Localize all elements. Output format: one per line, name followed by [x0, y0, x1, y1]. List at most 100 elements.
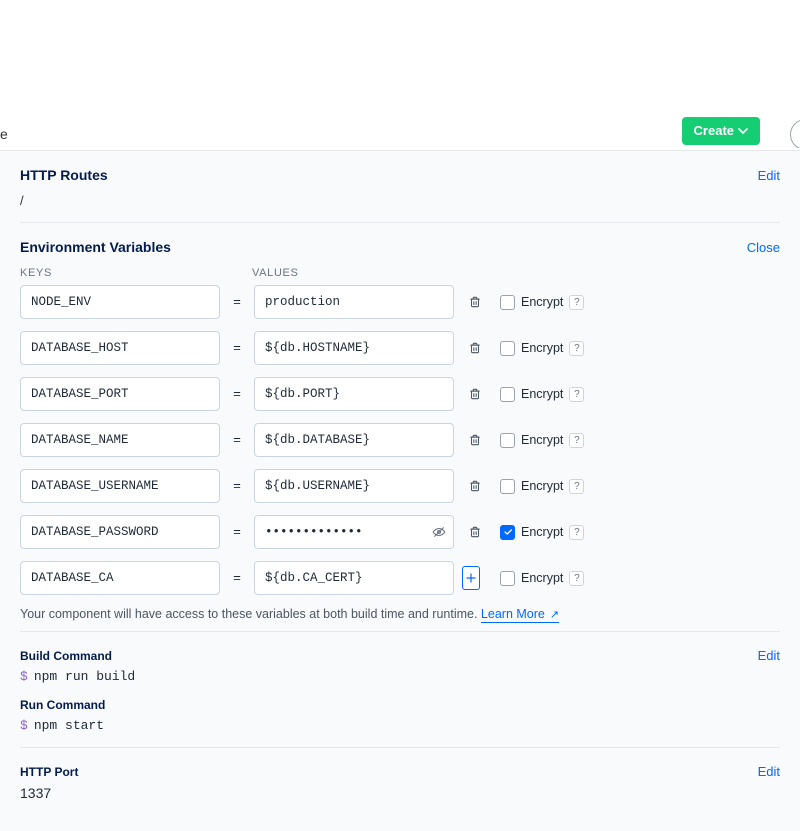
- env-value-wrap: [254, 515, 454, 549]
- env-row: = Encrypt?: [20, 423, 780, 457]
- http-routes-title: HTTP Routes: [20, 167, 108, 183]
- equals-symbol: =: [232, 525, 242, 540]
- help-icon[interactable]: ?: [569, 479, 584, 494]
- env-value-input[interactable]: [254, 423, 454, 457]
- env-value-wrap: [254, 377, 454, 411]
- http-port-title: HTTP Port: [20, 765, 78, 779]
- row-action-slot: [466, 523, 484, 541]
- divider: [20, 631, 780, 632]
- delete-icon[interactable]: [466, 523, 484, 541]
- avatar[interactable]: [790, 119, 800, 148]
- divider: [20, 747, 780, 748]
- create-button[interactable]: Create: [682, 117, 760, 145]
- env-value-input[interactable]: [254, 285, 454, 319]
- row-action-slot: [466, 293, 484, 311]
- row-action-slot: [466, 477, 484, 495]
- help-icon[interactable]: ?: [569, 341, 584, 356]
- prompt-symbol: $: [20, 669, 28, 684]
- equals-symbol: =: [232, 479, 242, 494]
- build-command-edit-link[interactable]: Edit: [758, 648, 780, 663]
- encrypt-option: Encrypt?: [500, 341, 584, 356]
- encrypt-checkbox[interactable]: [500, 295, 515, 310]
- encrypt-checkbox[interactable]: [500, 479, 515, 494]
- encrypt-checkbox[interactable]: [500, 525, 515, 540]
- encrypt-label: Encrypt: [521, 341, 563, 355]
- row-action-slot: [466, 431, 484, 449]
- env-row: = Encrypt?: [20, 285, 780, 319]
- env-value-wrap: [254, 561, 454, 595]
- http-route-path: /: [20, 193, 780, 208]
- delete-icon[interactable]: [466, 293, 484, 311]
- run-command-title: Run Command: [20, 698, 105, 712]
- equals-symbol: =: [232, 295, 242, 310]
- env-value-input[interactable]: [254, 515, 454, 549]
- build-command-value: $ npm run build: [20, 669, 780, 684]
- encrypt-option: Encrypt?: [500, 571, 584, 586]
- encrypt-label: Encrypt: [521, 387, 563, 401]
- env-rows: = Encrypt? = Encrypt? = Encrypt? = Encrypt? = Enc…: [20, 285, 780, 595]
- encrypt-checkbox[interactable]: [500, 433, 515, 448]
- env-key-input[interactable]: [20, 285, 220, 319]
- help-icon[interactable]: ?: [569, 433, 584, 448]
- env-key-input[interactable]: [20, 423, 220, 457]
- env-key-input[interactable]: [20, 377, 220, 411]
- delete-icon[interactable]: [466, 477, 484, 495]
- encrypt-option: Encrypt?: [500, 387, 584, 402]
- encrypt-option: Encrypt?: [500, 479, 584, 494]
- row-action-slot: [466, 566, 484, 590]
- values-column-label: VALUES: [252, 267, 299, 279]
- delete-icon[interactable]: [466, 339, 484, 357]
- encrypt-label: Encrypt: [521, 433, 563, 447]
- env-hint-text: Your component will have access to these…: [20, 607, 481, 621]
- delete-icon[interactable]: [466, 431, 484, 449]
- env-key-input[interactable]: [20, 469, 220, 503]
- equals-symbol: =: [232, 571, 242, 586]
- encrypt-label: Encrypt: [521, 295, 563, 309]
- encrypt-checkbox[interactable]: [500, 341, 515, 356]
- env-row: = Encrypt?: [20, 515, 780, 549]
- reveal-icon[interactable]: [430, 523, 448, 541]
- env-row: = Encrypt?: [20, 377, 780, 411]
- encrypt-option: Encrypt?: [500, 295, 584, 310]
- add-variable-button[interactable]: [462, 566, 480, 590]
- encrypt-checkbox[interactable]: [500, 571, 515, 586]
- env-key-input[interactable]: [20, 515, 220, 549]
- run-command-text: npm start: [34, 718, 104, 733]
- build-command-text: npm run build: [34, 669, 135, 684]
- env-value-wrap: [254, 285, 454, 319]
- env-row: =Encrypt?: [20, 331, 780, 365]
- create-button-label: Create: [694, 123, 734, 138]
- http-port-edit-link[interactable]: Edit: [758, 764, 780, 779]
- run-command-value: $ npm start: [20, 718, 780, 733]
- keys-column-label: KEYS: [20, 267, 228, 279]
- prompt-symbol: $: [20, 718, 28, 733]
- top-bar: e Create: [0, 0, 800, 151]
- encrypt-checkbox[interactable]: [500, 387, 515, 402]
- env-value-input[interactable]: [254, 469, 454, 503]
- env-value-input[interactable]: [254, 377, 454, 411]
- equals-symbol: =: [232, 433, 242, 448]
- http-routes-edit-link[interactable]: Edit: [758, 168, 780, 183]
- row-action-slot: [466, 339, 484, 357]
- help-icon[interactable]: ?: [569, 525, 584, 540]
- env-value-wrap: [254, 423, 454, 457]
- env-value-input[interactable]: [254, 331, 454, 365]
- encrypt-label: Encrypt: [521, 525, 563, 539]
- env-row: = Encrypt?: [20, 561, 780, 595]
- help-icon[interactable]: ?: [569, 387, 584, 402]
- delete-icon[interactable]: [466, 385, 484, 403]
- env-value-wrap: [254, 469, 454, 503]
- build-command-title: Build Command: [20, 649, 112, 663]
- env-key-input[interactable]: [20, 331, 220, 365]
- external-link-icon: ↗: [547, 609, 559, 621]
- encrypt-label: Encrypt: [521, 571, 563, 585]
- help-icon[interactable]: ?: [569, 571, 584, 586]
- help-icon[interactable]: ?: [569, 295, 584, 310]
- env-vars-close-link[interactable]: Close: [747, 240, 780, 255]
- learn-more-link[interactable]: Learn More ↗: [481, 607, 559, 623]
- env-key-input[interactable]: [20, 561, 220, 595]
- env-value-wrap: [254, 331, 454, 365]
- env-value-input[interactable]: [254, 561, 454, 595]
- env-hint: Your component will have access to these…: [20, 607, 780, 621]
- equals-symbol: =: [232, 387, 242, 402]
